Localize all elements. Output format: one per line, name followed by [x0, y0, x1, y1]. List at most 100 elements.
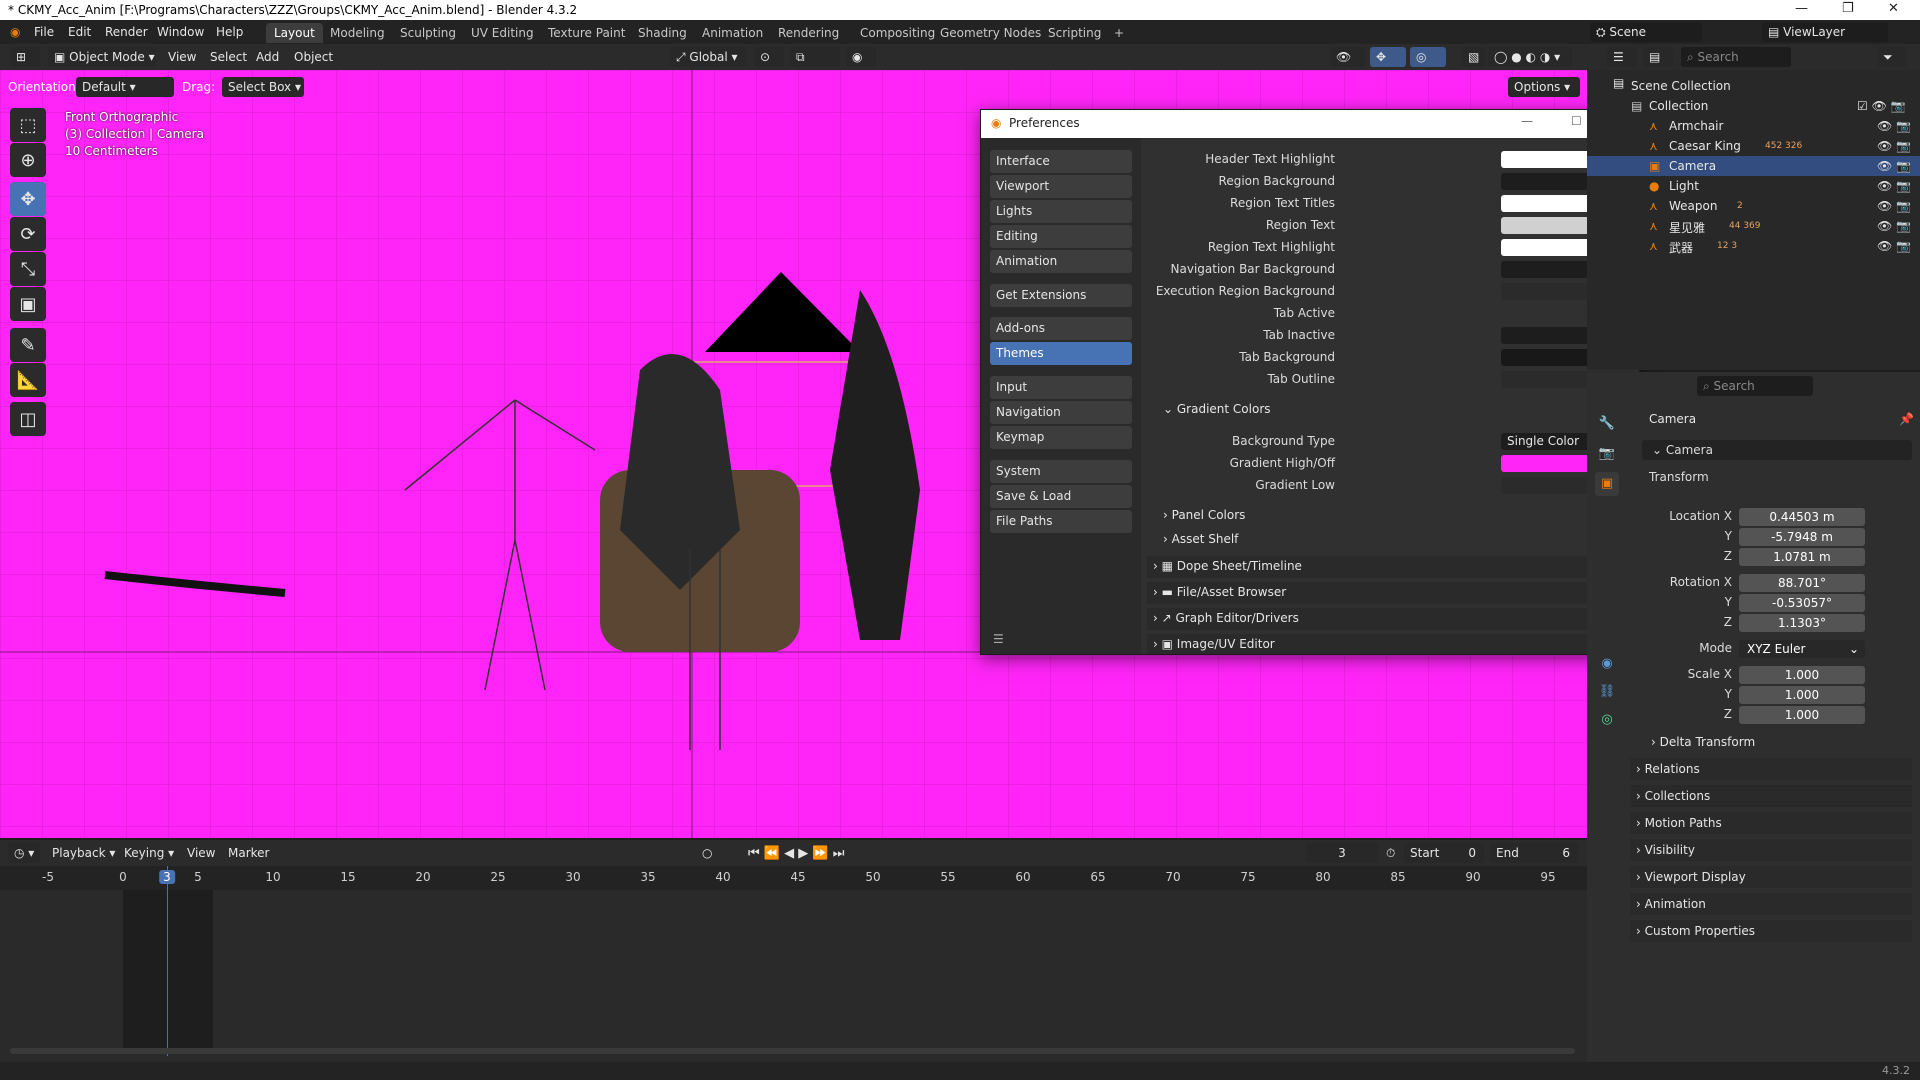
menu-file[interactable]: File	[34, 25, 54, 39]
outliner-item[interactable]: ⋏ 武器 12 3 👁 📷	[1587, 236, 1920, 256]
dope-sheet-section[interactable]: › ▦ Dope Sheet/Timeline	[1147, 556, 1627, 578]
gizmo-icon[interactable]: ✥	[1370, 47, 1406, 67]
tab-geometry-nodes[interactable]: Geometry Nodes	[932, 23, 1049, 43]
rotation-z-field[interactable]: 1.1303°	[1739, 614, 1865, 632]
menu-object[interactable]: Object	[294, 50, 333, 64]
timeline-scrollbar[interactable]	[10, 1048, 1575, 1054]
checkbox-icon[interactable]: ☑ 👁 📷	[1857, 99, 1906, 113]
pref-cat-input[interactable]: Input	[990, 376, 1132, 399]
pref-cat-interface[interactable]: Interface	[990, 150, 1132, 173]
outliner-item[interactable]: ⋏ Weapon 2 👁 📷	[1587, 196, 1920, 216]
outliner-item[interactable]: ⋏ 星见雅 44 369 👁 📷	[1587, 216, 1920, 236]
menu-select[interactable]: Select	[210, 50, 247, 64]
tool-tab-icon[interactable]: 🔧	[1595, 412, 1619, 436]
scale-x-field[interactable]: 1.000	[1739, 666, 1865, 684]
physics-tab-icon[interactable]: ◉	[1595, 652, 1619, 676]
rotation-y-field[interactable]: -0.53057°	[1739, 594, 1865, 612]
tab-shading[interactable]: Shading	[630, 23, 695, 43]
outliner-collection[interactable]: ▤ Collection ☑ 👁 📷	[1587, 96, 1920, 116]
eye-icon[interactable]: 👁 📷	[1877, 139, 1911, 153]
pref-cat-file-paths[interactable]: File Paths	[990, 510, 1132, 533]
outliner-item-selected[interactable]: ▣ Camera 👁 📷	[1587, 156, 1920, 176]
pref-cat-lights[interactable]: Lights	[990, 200, 1132, 223]
tab-compositing[interactable]: Compositing	[852, 23, 943, 43]
end-frame-field[interactable]: End 6	[1490, 843, 1578, 863]
current-frame-field[interactable]: 3	[1306, 843, 1378, 863]
viewport-display-panel[interactable]: › Viewport Display	[1630, 866, 1912, 888]
menu-add[interactable]: Add	[256, 50, 279, 64]
overlay-icon[interactable]: ◎	[1410, 47, 1446, 67]
pref-cat-viewport[interactable]: Viewport	[990, 175, 1132, 198]
pref-cat-system[interactable]: System	[990, 460, 1132, 483]
location-z-field[interactable]: 1.0781 m	[1739, 548, 1865, 566]
render-tab-icon[interactable]: 📷	[1595, 442, 1619, 466]
menu-view[interactable]: View	[168, 50, 196, 64]
tab-modeling[interactable]: Modeling	[322, 23, 393, 43]
outliner-scene-collection[interactable]: ▤ Scene Collection	[1587, 76, 1920, 96]
tab-uv-editing[interactable]: UV Editing	[463, 23, 542, 43]
tab-layout[interactable]: Layout	[266, 23, 323, 43]
minimize-button[interactable]: —	[1795, 1, 1808, 16]
tab-texture-paint[interactable]: Texture Paint	[540, 23, 633, 43]
pivot-icon[interactable]: ⊙	[754, 47, 784, 67]
outliner-search-input[interactable]: ⌕ Search	[1681, 47, 1791, 67]
transform-orientation-dropdown[interactable]: ⤢ Global ▾	[670, 47, 746, 67]
menu-view[interactable]: View	[187, 846, 215, 860]
tab-animation[interactable]: Animation	[694, 23, 771, 43]
location-y-field[interactable]: -5.7948 m	[1739, 528, 1865, 546]
scene-selector[interactable]: ⛭ Scene	[1590, 22, 1702, 42]
animation-panel[interactable]: › Animation	[1630, 893, 1912, 915]
maximize-button[interactable]: ❐	[1842, 1, 1854, 16]
eye-icon[interactable]: 👁 📷	[1877, 159, 1911, 173]
constraints-tab-icon[interactable]: ⛓	[1595, 680, 1619, 704]
mode-selector[interactable]: ▣ Object Mode ▾	[48, 47, 156, 67]
tab-sculpting[interactable]: Sculpting	[392, 23, 464, 43]
data-tab-icon[interactable]: ◎	[1595, 708, 1619, 732]
file-browser-section[interactable]: › ▬ File/Asset Browser	[1147, 582, 1627, 604]
eye-icon[interactable]: 👁 📷	[1877, 119, 1911, 133]
eye-icon[interactable]: 👁 📷	[1877, 199, 1911, 213]
pref-cat-get-extensions[interactable]: Get Extensions	[990, 284, 1132, 307]
menu-keying[interactable]: Keying ▾	[124, 846, 174, 860]
visibility-icon[interactable]: 👁	[1330, 47, 1366, 67]
motion-paths-panel[interactable]: › Motion Paths	[1630, 812, 1912, 834]
menu-window[interactable]: Window	[157, 25, 204, 39]
delta-transform-panel[interactable]: › Delta Transform	[1645, 731, 1920, 753]
eye-icon[interactable]: 👁 📷	[1877, 179, 1911, 193]
editor-type-icon[interactable]: ⊞	[10, 47, 40, 67]
pref-cat-animation[interactable]: Animation	[990, 250, 1132, 273]
pref-cat-save-load[interactable]: Save & Load	[990, 485, 1132, 508]
prefs-maximize-button[interactable]: ☐	[1571, 114, 1582, 128]
playback-controls[interactable]: ⏮ ⏪ ◀ ▶ ⏩ ⏭	[748, 846, 844, 861]
eye-icon[interactable]: 👁 📷	[1877, 219, 1911, 233]
relations-panel[interactable]: › Relations	[1630, 758, 1912, 780]
pin-icon[interactable]: 📌	[1899, 412, 1914, 426]
view-layer-selector[interactable]: ▤ ViewLayer	[1762, 22, 1888, 42]
collections-panel[interactable]: › Collections	[1630, 785, 1912, 807]
outliner-editor-type-icon[interactable]: ☰	[1607, 47, 1637, 67]
pref-cat-navigation[interactable]: Navigation	[990, 401, 1132, 424]
menu-help[interactable]: Help	[216, 25, 243, 39]
object-name-field[interactable]: ⌄ Camera	[1642, 440, 1912, 460]
gradient-colors-section[interactable]: ⌄ Gradient Colors	[1163, 402, 1271, 416]
pref-cat-themes[interactable]: Themes	[990, 342, 1132, 365]
rotation-x-field[interactable]: 88.701°	[1739, 574, 1865, 592]
panel-colors-section[interactable]: › Panel Colors	[1163, 508, 1245, 522]
blender-logo-icon[interactable]: ◉	[10, 25, 20, 39]
visibility-panel[interactable]: › Visibility	[1630, 839, 1912, 861]
scale-y-field[interactable]: 1.000	[1739, 686, 1865, 704]
outliner-item[interactable]: ⋏ Caesar King 452 326 👁 📷	[1587, 136, 1920, 156]
pref-cat-editing[interactable]: Editing	[990, 225, 1132, 248]
image-editor-section[interactable]: › ▣ Image/UV Editor	[1147, 634, 1627, 654]
tab-scripting[interactable]: Scripting	[1040, 23, 1109, 43]
custom-properties-panel[interactable]: › Custom Properties	[1630, 920, 1912, 942]
rotation-mode-dropdown[interactable]: XYZ Euler ⌄	[1739, 640, 1865, 658]
xray-icon[interactable]: ▧	[1462, 47, 1486, 67]
start-frame-field[interactable]: Start 0	[1404, 843, 1484, 863]
asset-shelf-section[interactable]: › Asset Shelf	[1163, 532, 1238, 546]
outliner-item[interactable]: ⋏ Armchair 👁 📷	[1587, 116, 1920, 136]
snap-icon[interactable]: ⧉	[790, 47, 840, 67]
shading-icon[interactable]: ◯ ● ◐ ◑ ▾	[1488, 47, 1572, 67]
clock-icon[interactable]: ⏱	[1386, 846, 1395, 861]
preferences-window[interactable]: ◉ Preferences — ☐ ✕ Interface Viewport L…	[980, 109, 1640, 655]
